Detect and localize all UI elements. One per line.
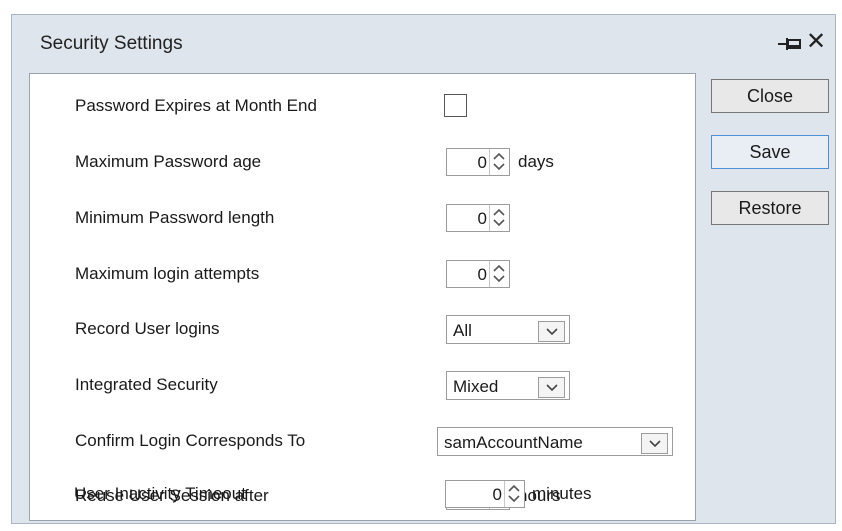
chevron-up-icon[interactable] [493,264,505,272]
max-login-attempts-stepper[interactable]: 0 [446,260,510,288]
dropdown-button[interactable] [641,433,668,454]
row-max-login-attempts: Maximum login attempts 0 [30,257,695,291]
row-confirm-login: Confirm Login Corresponds To samAccountN… [30,424,695,458]
row-integrated-security: Integrated Security Mixed [30,368,695,402]
password-expires-checkbox[interactable] [444,94,467,117]
spin-buttons[interactable] [489,149,509,175]
row-max-password-age: Maximum Password age 0 days [30,145,695,179]
max-password-age-unit: days [518,152,554,171]
min-password-length-value[interactable]: 0 [478,209,487,229]
chevron-down-icon[interactable] [508,495,520,503]
chevron-down-icon[interactable] [493,275,505,283]
confirm-login-select[interactable]: samAccountName [437,427,673,456]
close-button[interactable]: Close [711,79,829,113]
chevron-down-icon[interactable] [546,384,558,392]
chevron-down-icon[interactable] [493,163,505,171]
record-user-logins-value[interactable]: All [453,321,472,341]
save-button[interactable]: Save [711,135,829,169]
chevron-up-icon[interactable] [493,208,505,216]
confirm-login-value[interactable]: samAccountName [444,433,583,453]
window-title: Security Settings [40,33,183,54]
inactivity-timeout-stepper[interactable]: 0 [445,480,525,508]
security-settings-window: Security Settings ✕ Password Expires at … [11,14,836,524]
min-password-length-label: Minimum Password length [75,208,275,227]
spin-buttons[interactable] [489,205,509,231]
row-inactivity-timeout: User Inactivity Timeout 0 minutes [29,477,696,511]
record-user-logins-label: Record User logins [75,319,220,338]
max-password-age-label: Maximum Password age [75,152,262,171]
chevron-down-icon[interactable] [493,219,505,227]
row-min-password-length: Minimum Password length 0 [30,201,695,235]
max-password-age-value[interactable]: 0 [478,153,487,173]
chevron-up-icon[interactable] [493,152,505,160]
settings-panel: Password Expires at Month End Maximum Pa… [29,73,696,521]
max-password-age-stepper[interactable]: 0 [446,148,510,176]
pin-icon[interactable] [778,37,802,51]
inactivity-timeout-label: User Inactivity Timeout [74,484,246,503]
row-password-expires: Password Expires at Month End [30,89,695,123]
integrated-security-value[interactable]: Mixed [453,377,498,397]
max-login-attempts-label: Maximum login attempts [75,264,260,283]
max-login-attempts-value[interactable]: 0 [478,265,487,285]
inactivity-timeout-unit: minutes [532,484,592,503]
confirm-login-label: Confirm Login Corresponds To [75,431,306,450]
chevron-up-icon[interactable] [508,484,520,492]
spin-buttons[interactable] [489,261,509,287]
dropdown-button[interactable] [538,377,565,398]
integrated-security-label: Integrated Security [75,375,218,394]
password-expires-label: Password Expires at Month End [75,96,317,115]
min-password-length-stepper[interactable]: 0 [446,204,510,232]
close-icon[interactable]: ✕ [806,27,826,55]
row-record-user-logins: Record User logins All [30,312,695,346]
restore-button[interactable]: Restore [711,191,829,225]
spin-buttons[interactable] [504,481,524,507]
record-user-logins-select[interactable]: All [446,315,570,344]
dropdown-button[interactable] [538,321,565,342]
integrated-security-select[interactable]: Mixed [446,371,570,400]
inactivity-timeout-value[interactable]: 0 [493,485,502,505]
chevron-down-icon[interactable] [546,328,558,336]
chevron-down-icon[interactable] [649,440,661,448]
